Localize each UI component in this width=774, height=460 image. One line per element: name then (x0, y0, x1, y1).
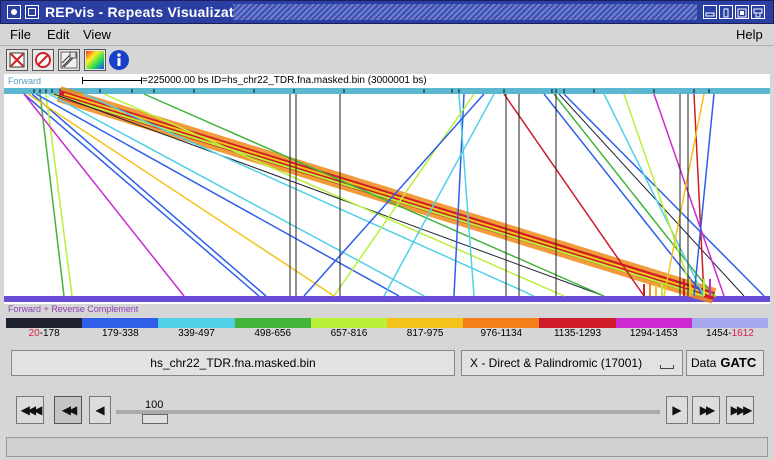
step-back-icon[interactable]: ◀ (89, 396, 111, 424)
legend-swatch (158, 318, 235, 328)
legend-label: 1454-1612 (692, 328, 768, 340)
slider-track[interactable] (116, 410, 660, 414)
gatc-label: GATC (720, 355, 757, 370)
legend-label-text: 179-338 (101, 328, 139, 339)
legend-label: 339-497 (158, 328, 234, 340)
menu-help[interactable]: Help (736, 27, 763, 42)
legend-label: 1135-1293 (539, 328, 615, 340)
title-bar: REPvis - Repeats Visualization (0, 0, 774, 24)
maximize-button[interactable] (735, 5, 749, 19)
legend-label-red: 1612 (731, 328, 754, 339)
step-forward-fast-icon[interactable]: ▶▶ (692, 396, 720, 424)
legend-labels: 20-178 179-338 339-497 498-656 657-816 817-97… (6, 328, 768, 340)
legend-swatch (539, 318, 616, 328)
legend-swatch (387, 318, 464, 328)
repeats-plot-canvas (4, 86, 770, 304)
window-title: REPvis - Repeats Visualization (45, 4, 256, 20)
info-icon[interactable] (108, 49, 130, 71)
step-back-fast-icon[interactable]: ◀◀ (54, 396, 82, 424)
legend-label: 976-1134 (463, 328, 539, 340)
legend-label-text: 976-1134 (480, 328, 523, 339)
menu-bar: File Edit View Help (0, 24, 774, 46)
legend-swatch (615, 318, 692, 328)
status-bar (6, 437, 768, 457)
legend-label-text: -178 (39, 328, 60, 339)
legend-label-red: 20 (28, 328, 40, 339)
dropdown-indicator-icon (660, 365, 674, 369)
legend-label-text: 1294-1453 (629, 328, 678, 339)
legend-label-text: 657-816 (330, 328, 368, 339)
legend-swatch (6, 318, 83, 328)
slider-knob[interactable] (142, 414, 168, 424)
legend-swatch (234, 318, 311, 328)
clear-view-icon[interactable] (6, 49, 28, 71)
no-filter-icon[interactable] (32, 49, 54, 71)
legend-label: 20-178 (6, 328, 82, 340)
menu-file[interactable]: File (10, 27, 31, 42)
legend-label: 498-656 (235, 328, 311, 340)
legend-label-text: 1135-1293 (553, 328, 602, 339)
title-bar-stripes (233, 4, 697, 20)
step-forward-icon[interactable]: ▶ (666, 396, 688, 424)
repeats-plot[interactable]: Forward =225000.00 bs ID=hs_chr22_TDR.fn… (4, 74, 770, 304)
legend-label: 1294-1453 (616, 328, 692, 340)
legend-swatch (691, 318, 769, 328)
window-app-icon[interactable] (25, 5, 39, 19)
shade-button[interactable] (719, 5, 733, 19)
legend-label: 657-816 (311, 328, 387, 340)
legend-label: 817-975 (387, 328, 463, 340)
close-button[interactable] (751, 5, 765, 19)
legend-swatch (463, 318, 540, 328)
legend-swatch (310, 318, 388, 328)
legend-label-text: 1454- (706, 328, 732, 339)
plot-scale-ruler: =225000.00 bs ID=hs_chr22_TDR.fna.masked… (82, 75, 427, 86)
zoom-pattern-icon[interactable] (58, 49, 80, 71)
filename-field[interactable]: hs_chr22_TDR.fna.masked.bin (11, 350, 455, 376)
mode-select[interactable]: X - Direct & Palindromic (17001) (461, 350, 683, 376)
color-palette-icon[interactable] (84, 49, 106, 71)
data-label: Data (691, 356, 717, 370)
legend-label-text: 339-497 (178, 328, 215, 339)
ruler-line (82, 76, 142, 84)
jump-end-icon[interactable]: ▶▶▶ (726, 396, 754, 424)
legend-swatches (6, 318, 769, 328)
mode-select-value: X - Direct & Palindromic (17001) (470, 356, 643, 370)
legend-label-text: 817-975 (406, 328, 444, 339)
menu-edit[interactable]: Edit (47, 27, 69, 42)
window-menu-icon[interactable] (7, 5, 21, 19)
legend-label: 179-338 (82, 328, 158, 340)
plot-ruler-text: =225000.00 bs ID=hs_chr22_TDR.fna.masked… (142, 75, 427, 86)
data-gatc-button[interactable]: Data GATC (686, 350, 764, 376)
legend-label-text: 498-656 (254, 328, 292, 339)
minimize-button[interactable] (703, 5, 717, 19)
plot-reverse-label: Forward + Reverse Complement (8, 304, 139, 314)
legend-swatch (82, 318, 159, 328)
menu-view[interactable]: View (83, 27, 111, 42)
toolbar (0, 46, 774, 74)
jump-start-icon[interactable]: ◀◀◀ (16, 396, 44, 424)
plot-forward-label: Forward (8, 76, 42, 86)
